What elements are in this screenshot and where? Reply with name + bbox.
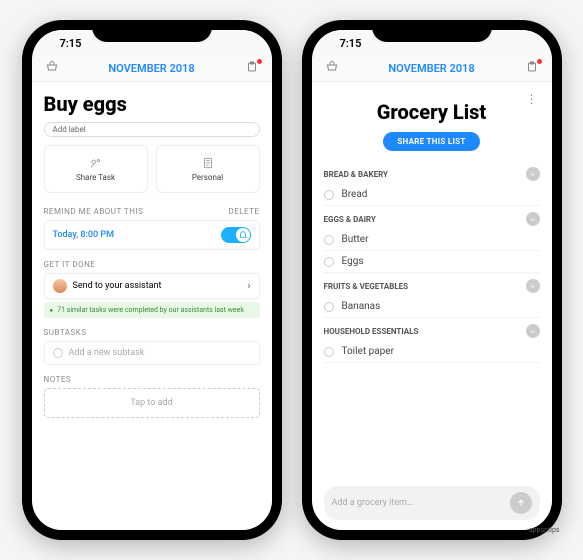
subtasks-header-row: SUBTASKS [44, 328, 260, 337]
screen-right: 7:15 NOVEMBER 2018 ⋮ Grocery List SHARE … [312, 30, 552, 530]
basket-icon[interactable] [326, 61, 338, 76]
submit-arrow-icon[interactable] [510, 492, 532, 514]
remind-header: REMIND ME ABOUT THIS [44, 207, 144, 216]
radio-icon [53, 348, 63, 358]
item-label: Bread [342, 189, 368, 200]
chevron-down-icon[interactable] [526, 167, 540, 181]
bell-icon [238, 230, 248, 240]
notes-header: NOTES [44, 375, 72, 384]
remind-header-row: REMIND ME ABOUT THIS DELETE [44, 207, 260, 216]
new-task-icon[interactable] [246, 61, 258, 76]
nav-bar: NOVEMBER 2018 [32, 56, 272, 82]
add-subtask-row[interactable]: Add a new subtask [44, 341, 260, 365]
add-item-row[interactable]: Add a grocery item… [324, 486, 540, 520]
radio-icon[interactable] [324, 347, 334, 357]
assistant-row[interactable]: Send to your assistant › [44, 273, 260, 299]
delete-button[interactable]: DELETE [228, 207, 259, 216]
share-task-tile[interactable]: Share Task [44, 145, 148, 193]
notch [372, 20, 492, 42]
item-label: Butter [342, 234, 369, 245]
grocery-card: Grocery List SHARE THIS LIST BREAD & BAK… [312, 82, 552, 530]
category-name: EGGS & DAIRY [324, 215, 376, 224]
list-item[interactable]: Bananas [324, 296, 540, 318]
item-label: Eggs [342, 256, 364, 267]
month-label[interactable]: NOVEMBER 2018 [108, 62, 194, 75]
new-task-icon[interactable] [526, 61, 538, 76]
category-header[interactable]: EGGS & DAIRY [324, 212, 540, 226]
radio-icon[interactable] [324, 302, 334, 312]
add-item-placeholder: Add a grocery item… [332, 498, 413, 508]
promo-text: 71 similar tasks were completed by our a… [57, 306, 244, 314]
category-header[interactable]: BREAD & BAKERY [324, 167, 540, 181]
tile-row: Share Task Personal [44, 145, 260, 193]
share-list-button[interactable]: SHARE THIS LIST [383, 132, 479, 151]
category-name: FRUITS & VEGETABLES [324, 282, 409, 291]
notes-header-row: NOTES [44, 375, 260, 384]
status-time: 7:15 [340, 37, 362, 50]
reminder-row[interactable]: Today, 8:00 PM [44, 220, 260, 250]
item-label: Toilet paper [342, 346, 394, 357]
nav-bar: NOVEMBER 2018 [312, 56, 552, 82]
notification-badge [257, 59, 262, 64]
category-name: BREAD & BAKERY [324, 170, 389, 179]
phone-right: 7:15 NOVEMBER 2018 ⋮ Grocery List SHARE … [302, 20, 562, 540]
basket-icon[interactable] [46, 61, 58, 76]
radio-icon[interactable] [324, 257, 334, 267]
promo-banner: 71 similar tasks were completed by our a… [44, 302, 260, 318]
chevron-right-icon: › [247, 281, 250, 292]
screen-left: 7:15 NOVEMBER 2018 Buy eggs Add label Sh… [32, 30, 272, 530]
list-icon [201, 156, 215, 170]
chevron-down-icon[interactable] [526, 279, 540, 293]
notes-box[interactable]: Tap to add [44, 388, 260, 418]
grocery-title: Grocery List [324, 100, 540, 124]
share-icon [89, 156, 103, 170]
radio-icon[interactable] [324, 190, 334, 200]
personal-tile[interactable]: Personal [156, 145, 260, 193]
task-card: Buy eggs Add label Share Task Personal R… [32, 82, 272, 530]
list-item[interactable]: Bread [324, 184, 540, 206]
task-title[interactable]: Buy eggs [44, 92, 260, 116]
notch [92, 20, 212, 42]
more-options-icon[interactable]: ⋮ [526, 92, 538, 106]
category-header[interactable]: FRUITS & VEGETABLES [324, 279, 540, 293]
radio-icon[interactable] [324, 235, 334, 245]
assistant-avatar [53, 279, 67, 293]
month-label[interactable]: NOVEMBER 2018 [388, 62, 474, 75]
personal-label: Personal [192, 173, 223, 182]
category-name: HOUSEHOLD ESSENTIALS [324, 327, 419, 336]
watermark: appsntips [529, 526, 560, 534]
get-done-header-row: GET IT DONE [44, 260, 260, 269]
phone-left: 7:15 NOVEMBER 2018 Buy eggs Add label Sh… [22, 20, 282, 540]
reminder-toggle[interactable] [221, 227, 251, 243]
chevron-down-icon[interactable] [526, 212, 540, 226]
list-item[interactable]: Eggs [324, 251, 540, 273]
add-subtask-placeholder: Add a new subtask [69, 348, 145, 358]
status-time: 7:15 [60, 37, 82, 50]
notes-placeholder: Tap to add [130, 398, 172, 408]
list-item[interactable]: Butter [324, 229, 540, 251]
assistant-label: Send to your assistant [73, 281, 162, 291]
subtasks-header: SUBTASKS [44, 328, 87, 337]
category-header[interactable]: HOUSEHOLD ESSENTIALS [324, 324, 540, 338]
add-label-chip[interactable]: Add label [44, 122, 260, 137]
share-task-label: Share Task [76, 173, 115, 182]
item-label: Bananas [342, 301, 381, 312]
reminder-time: Today, 8:00 PM [53, 230, 115, 240]
get-done-header: GET IT DONE [44, 260, 96, 269]
notification-badge [537, 59, 542, 64]
chevron-down-icon[interactable] [526, 324, 540, 338]
list-item[interactable]: Toilet paper [324, 341, 540, 363]
